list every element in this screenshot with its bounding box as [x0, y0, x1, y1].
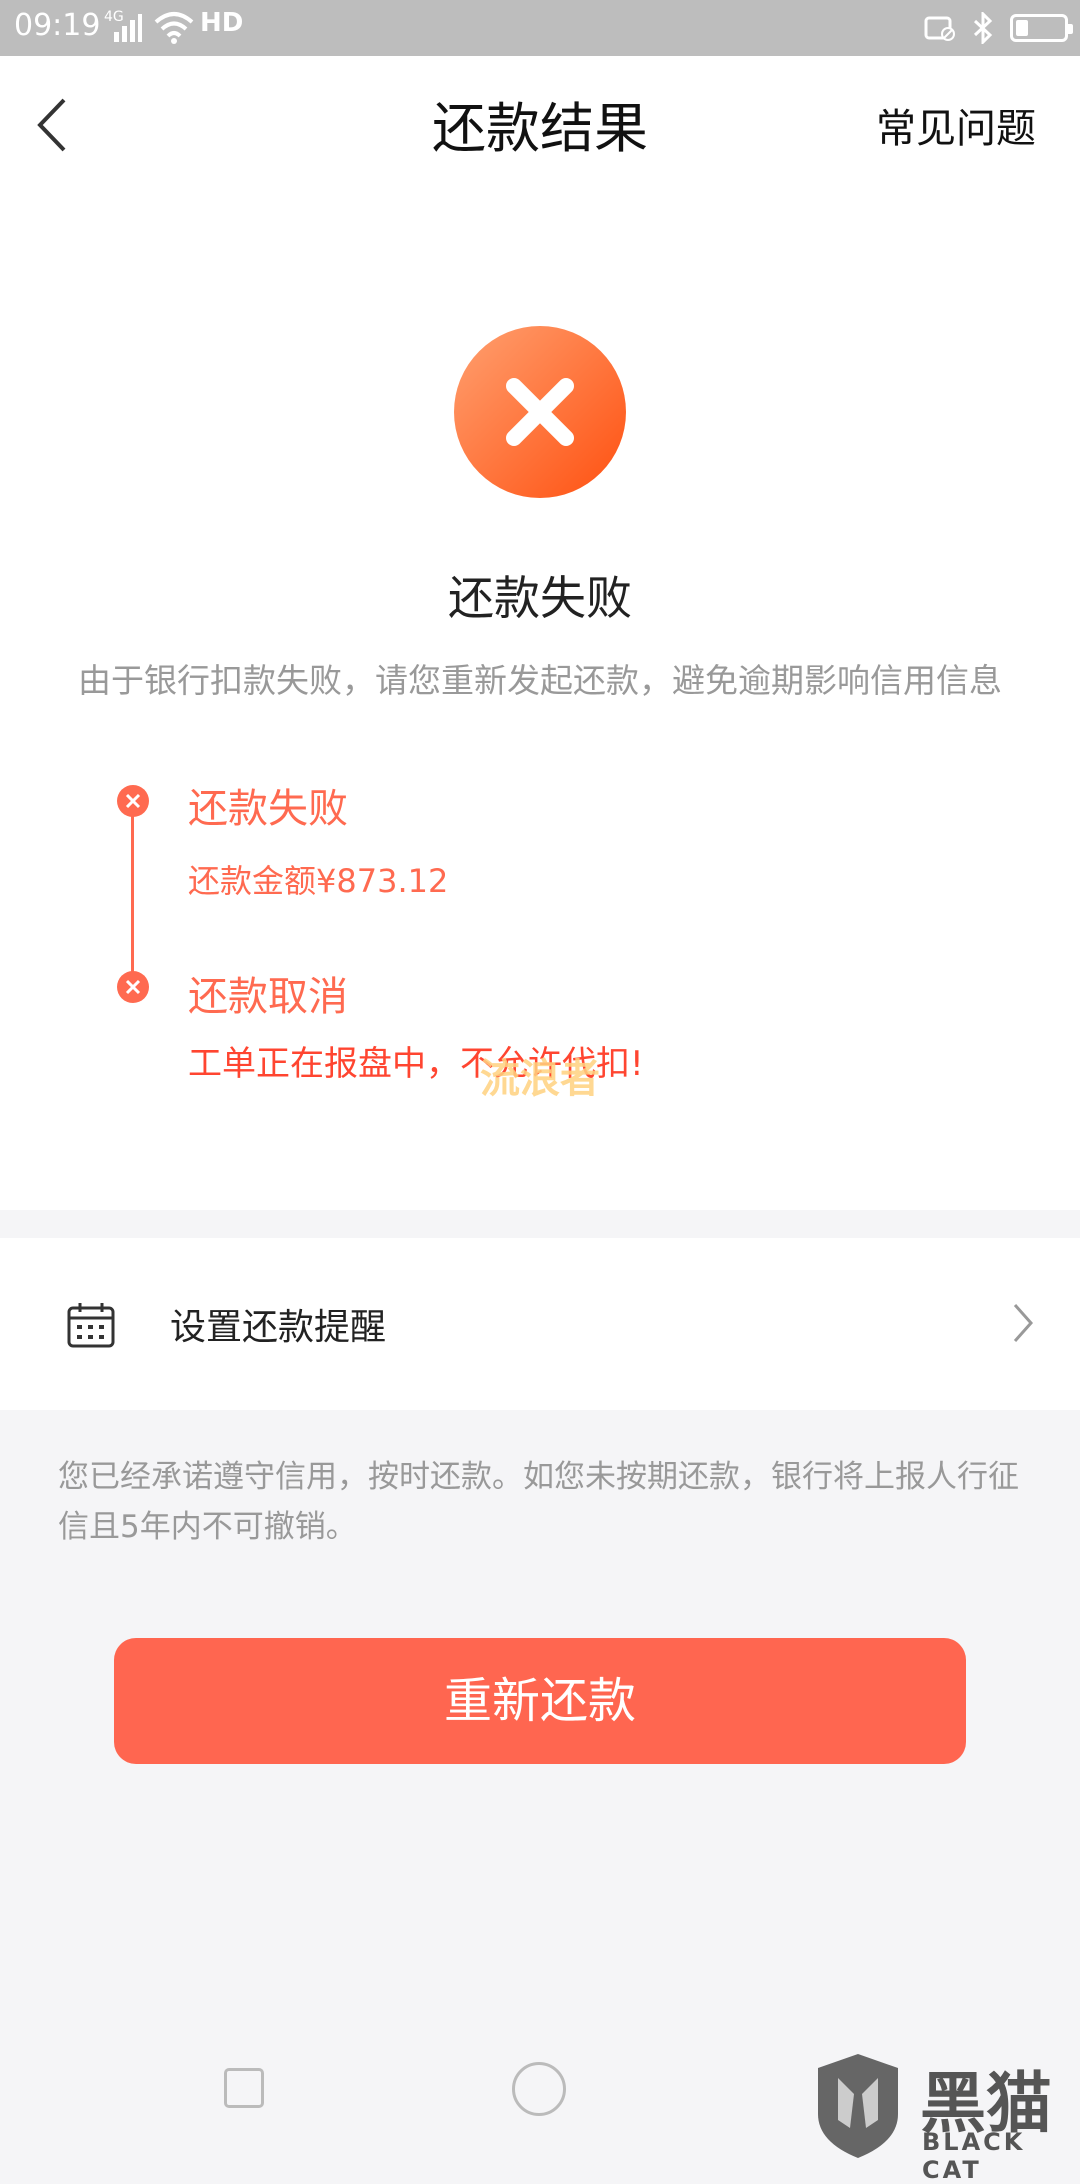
credit-notice: 您已经承诺遵守信用，按时还款。如您未按期还款，银行将上报人行征信且5年内不可撤销… [58, 1459, 1019, 1545]
calendar-icon [67, 1303, 115, 1348]
retry-payment-button[interactable]: 重新还款 [114, 1638, 966, 1764]
signal-icon [114, 14, 142, 42]
sim-icon [924, 16, 955, 41]
logo-text-en: BLACK CAT [922, 2128, 1026, 2184]
timeline-fail-icon [117, 785, 149, 817]
system-nav-bar: 黑猫 BLACK CAT [0, 2010, 1080, 2184]
hd-badge: HD [200, 8, 244, 38]
shield-logo-icon [818, 2054, 898, 2158]
reminder-label: 设置还款提醒 [170, 1307, 387, 1348]
result-title: 还款失败 [448, 571, 632, 625]
timeline-item-title: 还款失败 [188, 786, 348, 832]
status-bar: 09:19 4G HD [0, 0, 1080, 56]
battery-icon [1010, 14, 1073, 42]
status-right [924, 10, 1073, 46]
faq-link[interactable]: 常见问题 [876, 96, 1036, 154]
recent-apps-button[interactable] [224, 2068, 264, 2108]
result-card: 还款失败 由于银行扣款失败，请您重新发起还款，避免逾期影响信用信息 还款失败 还… [0, 184, 1080, 1210]
timeline-cancel-icon [117, 971, 149, 1003]
fail-icon [454, 326, 626, 498]
status-time: 09:19 [14, 8, 101, 43]
home-button[interactable] [512, 2062, 566, 2116]
blackcat-logo: 黑猫 BLACK CAT [808, 2050, 1080, 2184]
wifi-icon [154, 12, 194, 44]
timeline-item-detail: 还款金额¥873.12 [188, 862, 449, 900]
result-description: 由于银行扣款失败，请您重新发起还款，避免逾期影响信用信息 [78, 661, 1002, 700]
timeline-connector [131, 802, 134, 990]
set-reminder-row[interactable]: 设置还款提醒 [0, 1238, 1080, 1410]
watermark: 流浪者 [480, 1056, 600, 1102]
retry-button-label: 重新还款 [443, 1675, 636, 1728]
nav-bar: 还款结果 常见问题 [0, 56, 1080, 184]
bluetooth-icon [973, 12, 993, 44]
timeline-item-title: 还款取消 [188, 974, 348, 1020]
chevron-right-icon [1013, 1304, 1034, 1342]
